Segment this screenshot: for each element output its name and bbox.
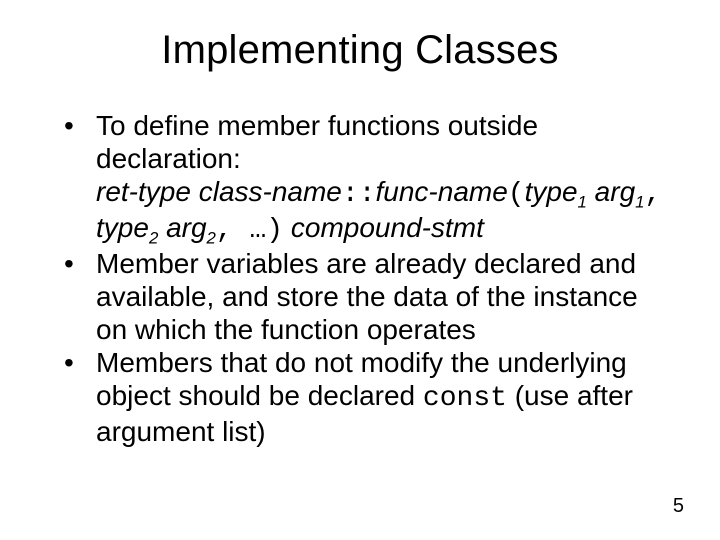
syntax-ellipsis: , … [216, 215, 266, 246]
syntax-compound: compound-stmt [291, 212, 484, 243]
bullet-item-2: Member variables are already declared an… [60, 247, 670, 346]
syntax-sub1: 1 [578, 193, 587, 212]
slide-title: Implementing Classes [50, 28, 670, 73]
syntax-type2: type [96, 212, 149, 243]
syntax-class-name: class-name [199, 176, 342, 207]
slide: Implementing Classes To define member fu… [0, 0, 720, 540]
syntax-rparen: ) [266, 215, 283, 246]
syntax-sub2: 2 [149, 229, 158, 248]
bullet-list: To define member functions outside decla… [50, 109, 670, 448]
syntax-arg2-sub: 2 [207, 229, 216, 248]
syntax-type1: type [525, 176, 578, 207]
page-number: 5 [673, 495, 684, 518]
syntax-lparen: ( [508, 179, 525, 210]
bullet3-const: const [423, 383, 507, 414]
syntax-scope: :: [342, 179, 376, 210]
syntax-func-name: func-name [376, 176, 508, 207]
syntax-arg1: arg [595, 176, 635, 207]
syntax-arg2: arg [166, 212, 206, 243]
bullet-item-1: To define member functions outside decla… [60, 109, 670, 247]
syntax-comma1: , [644, 179, 661, 210]
bullet1-intro: To define member functions outside decla… [96, 110, 538, 174]
bullet-item-3: Members that do not modify the underlyin… [60, 346, 670, 448]
bullet2-text: Member variables are already declared an… [96, 248, 638, 345]
syntax-ret-type: ret-type [96, 176, 191, 207]
